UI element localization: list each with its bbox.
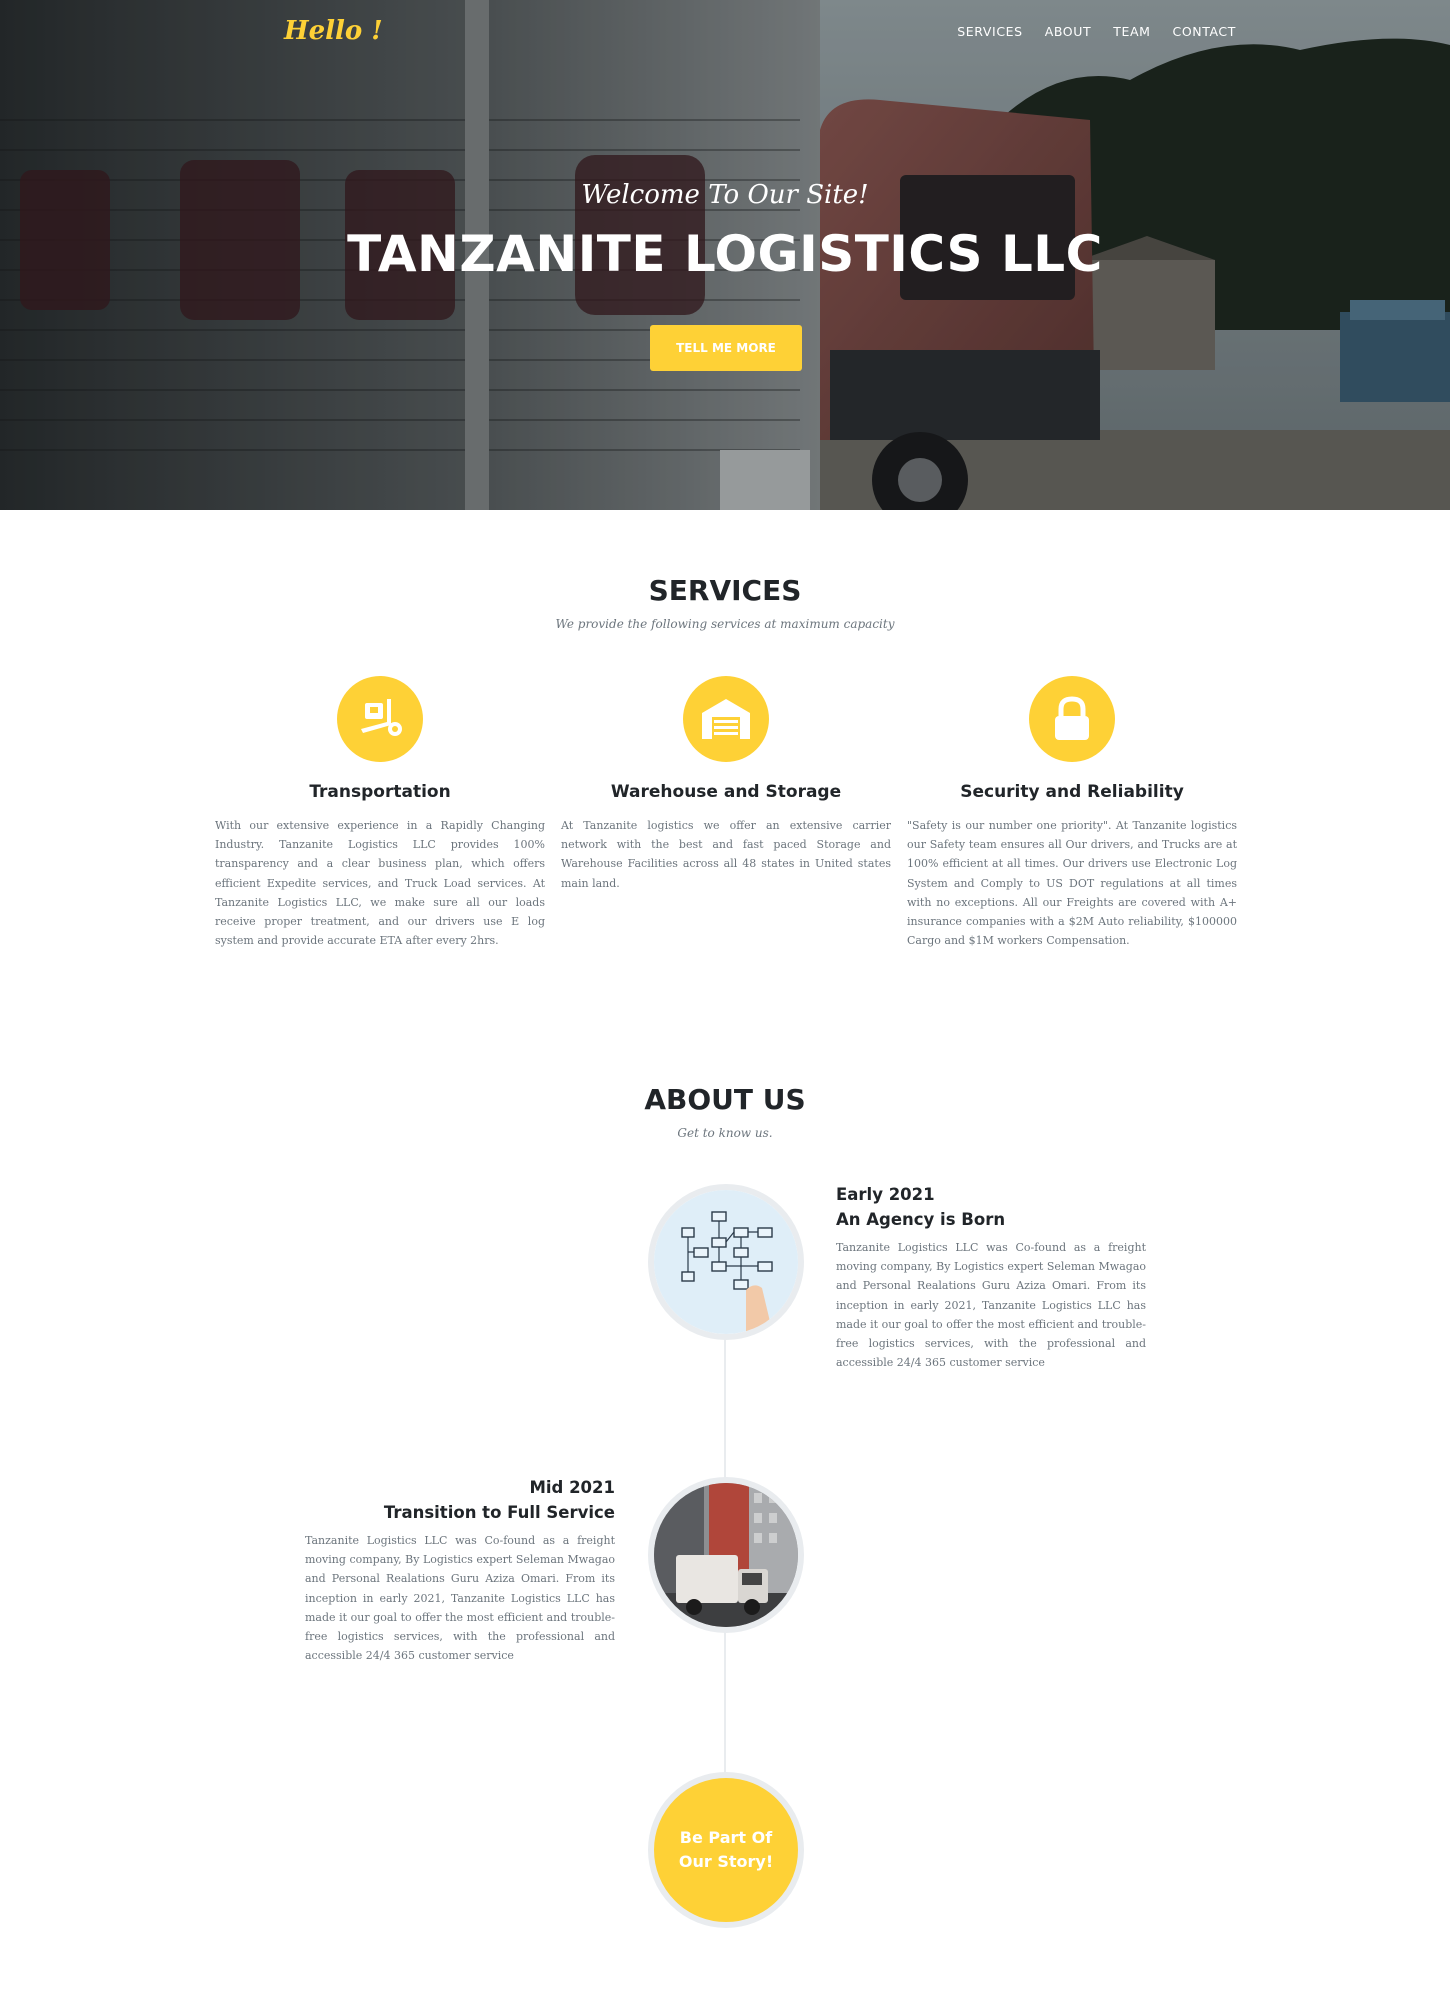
timeline-date: Mid 2021 — [529, 1478, 615, 1497]
service-description: "Safety is our number one priority". At … — [907, 819, 1237, 948]
service-description: At Tanzanite logistics we offer an exten… — [561, 819, 891, 890]
services-title: SERVICES — [648, 574, 802, 607]
nav-link-contact[interactable]: CONTACT — [1173, 24, 1236, 39]
timeline-item-mid-2021: Mid 2021 Transition to Full Service Tanz… — [305, 1475, 615, 1665]
hero-section: Hello ! SERVICES ABOUT TEAM CONTACT Welc… — [0, 0, 1450, 510]
service-description: With our extensive experience in a Rapid… — [215, 819, 545, 948]
about-subtitle: Get to know us. — [677, 1126, 773, 1140]
hero-subheading: Welcome To Our Site! — [581, 180, 869, 210]
about-title: ABOUT US — [644, 1083, 806, 1116]
lock-icon — [1029, 676, 1115, 762]
be-part-of-our-story-badge: Be Part Of Our Story! — [648, 1772, 804, 1928]
timeline-image-truck-city — [648, 1477, 804, 1633]
nav-link-team[interactable]: TEAM — [1113, 24, 1150, 39]
service-card-warehouse: Warehouse and Storage At Tanzanite logis… — [561, 676, 891, 893]
timeline-text: Tanzanite Logistics LLC was Co-found as … — [305, 1534, 615, 1663]
timeline-date: Early 2021 — [836, 1185, 935, 1204]
timeline-heading: An Agency is Born — [836, 1210, 1006, 1229]
tell-me-more-button[interactable]: TELL ME MORE — [650, 325, 802, 371]
timeline-heading: Transition to Full Service — [383, 1503, 615, 1522]
services-subtitle: We provide the following services at max… — [555, 617, 895, 631]
dolly-icon — [337, 676, 423, 762]
brand-logo[interactable]: Hello ! — [284, 16, 383, 46]
nav-link-services[interactable]: SERVICES — [957, 24, 1022, 39]
service-title: Warehouse and Storage — [610, 782, 842, 802]
service-title: Security and Reliability — [960, 782, 1184, 802]
timeline-item-early-2021: Early 2021 An Agency is Born Tanzanite L… — [836, 1182, 1146, 1372]
timeline-text: Tanzanite Logistics LLC was Co-found as … — [836, 1241, 1146, 1370]
timeline-image-flowchart — [648, 1184, 804, 1340]
service-card-transportation: Transportation With our extensive experi… — [215, 676, 545, 950]
badge-label: Be Part Of Our Story! — [678, 1828, 774, 1871]
hero-heading: TANZANITE LOGISTICS LLC — [347, 225, 1103, 283]
warehouse-icon — [683, 676, 769, 762]
service-title: Transportation — [309, 782, 451, 802]
main-nav: SERVICES ABOUT TEAM CONTACT — [957, 24, 1236, 39]
nav-link-about[interactable]: ABOUT — [1045, 24, 1092, 39]
service-card-security: Security and Reliability "Safety is our … — [907, 676, 1237, 950]
